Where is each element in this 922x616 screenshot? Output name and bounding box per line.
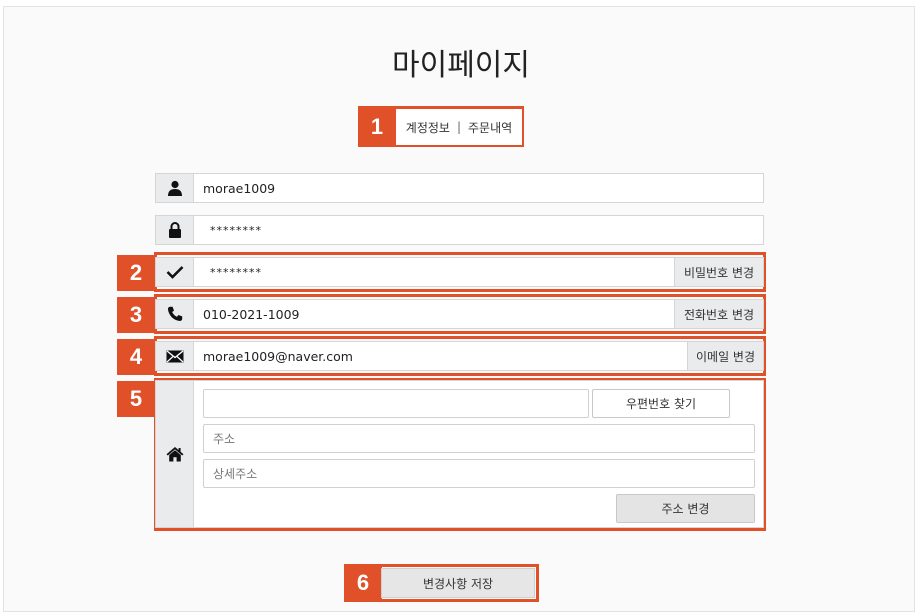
postcode-input[interactable] — [203, 389, 589, 418]
address-section: 우편번호 찾기 주소 상세주소 주소 변경 — [155, 380, 764, 528]
mypage-tabs: 계정정보 | 주문내역 — [396, 109, 522, 145]
find-postcode-button[interactable]: 우편번호 찾기 — [592, 389, 730, 418]
phone-icon — [156, 300, 194, 328]
page-title: 마이페이지 — [392, 48, 530, 83]
annotation-badge-2: 2 — [117, 255, 155, 291]
change-password-button[interactable]: 비밀번호 변경 — [674, 258, 763, 286]
username-row: morae1009 — [155, 173, 764, 203]
phone-row: 010-2021-1009 전화번호 변경 — [155, 299, 764, 329]
envelope-icon — [156, 342, 194, 370]
annotation-badge-5: 5 — [117, 381, 155, 417]
email-row: morae1009@naver.com 이메일 변경 — [155, 341, 764, 371]
address-detail-input[interactable]: 상세주소 — [203, 459, 755, 488]
email-field[interactable]: morae1009@naver.com — [194, 342, 687, 370]
tab-account-info[interactable]: 계정정보 — [406, 119, 450, 136]
tab-order-history[interactable]: 주문내역 — [468, 119, 512, 136]
save-changes-button[interactable]: 변경사항 저장 — [381, 568, 535, 598]
change-address-button[interactable]: 주소 변경 — [616, 494, 755, 523]
password-confirm-row: ******** 비밀번호 변경 — [155, 257, 764, 287]
password-field[interactable]: ******** — [194, 216, 763, 244]
user-icon — [156, 174, 194, 202]
change-email-button[interactable]: 이메일 변경 — [687, 342, 763, 370]
check-icon — [156, 258, 194, 286]
phone-field[interactable]: 010-2021-1009 — [194, 300, 674, 328]
annotation-badge-4: 4 — [117, 339, 155, 375]
change-phone-button[interactable]: 전화번호 변경 — [674, 300, 763, 328]
home-icon — [156, 381, 194, 527]
username-field[interactable]: morae1009 — [194, 174, 763, 202]
password-confirm-field[interactable]: ******** — [194, 258, 674, 286]
tab-separator: | — [456, 120, 462, 134]
password-row: ******** — [155, 215, 764, 245]
address-input[interactable]: 주소 — [203, 424, 755, 453]
lock-icon — [156, 216, 194, 244]
annotation-badge-3: 3 — [117, 297, 155, 333]
